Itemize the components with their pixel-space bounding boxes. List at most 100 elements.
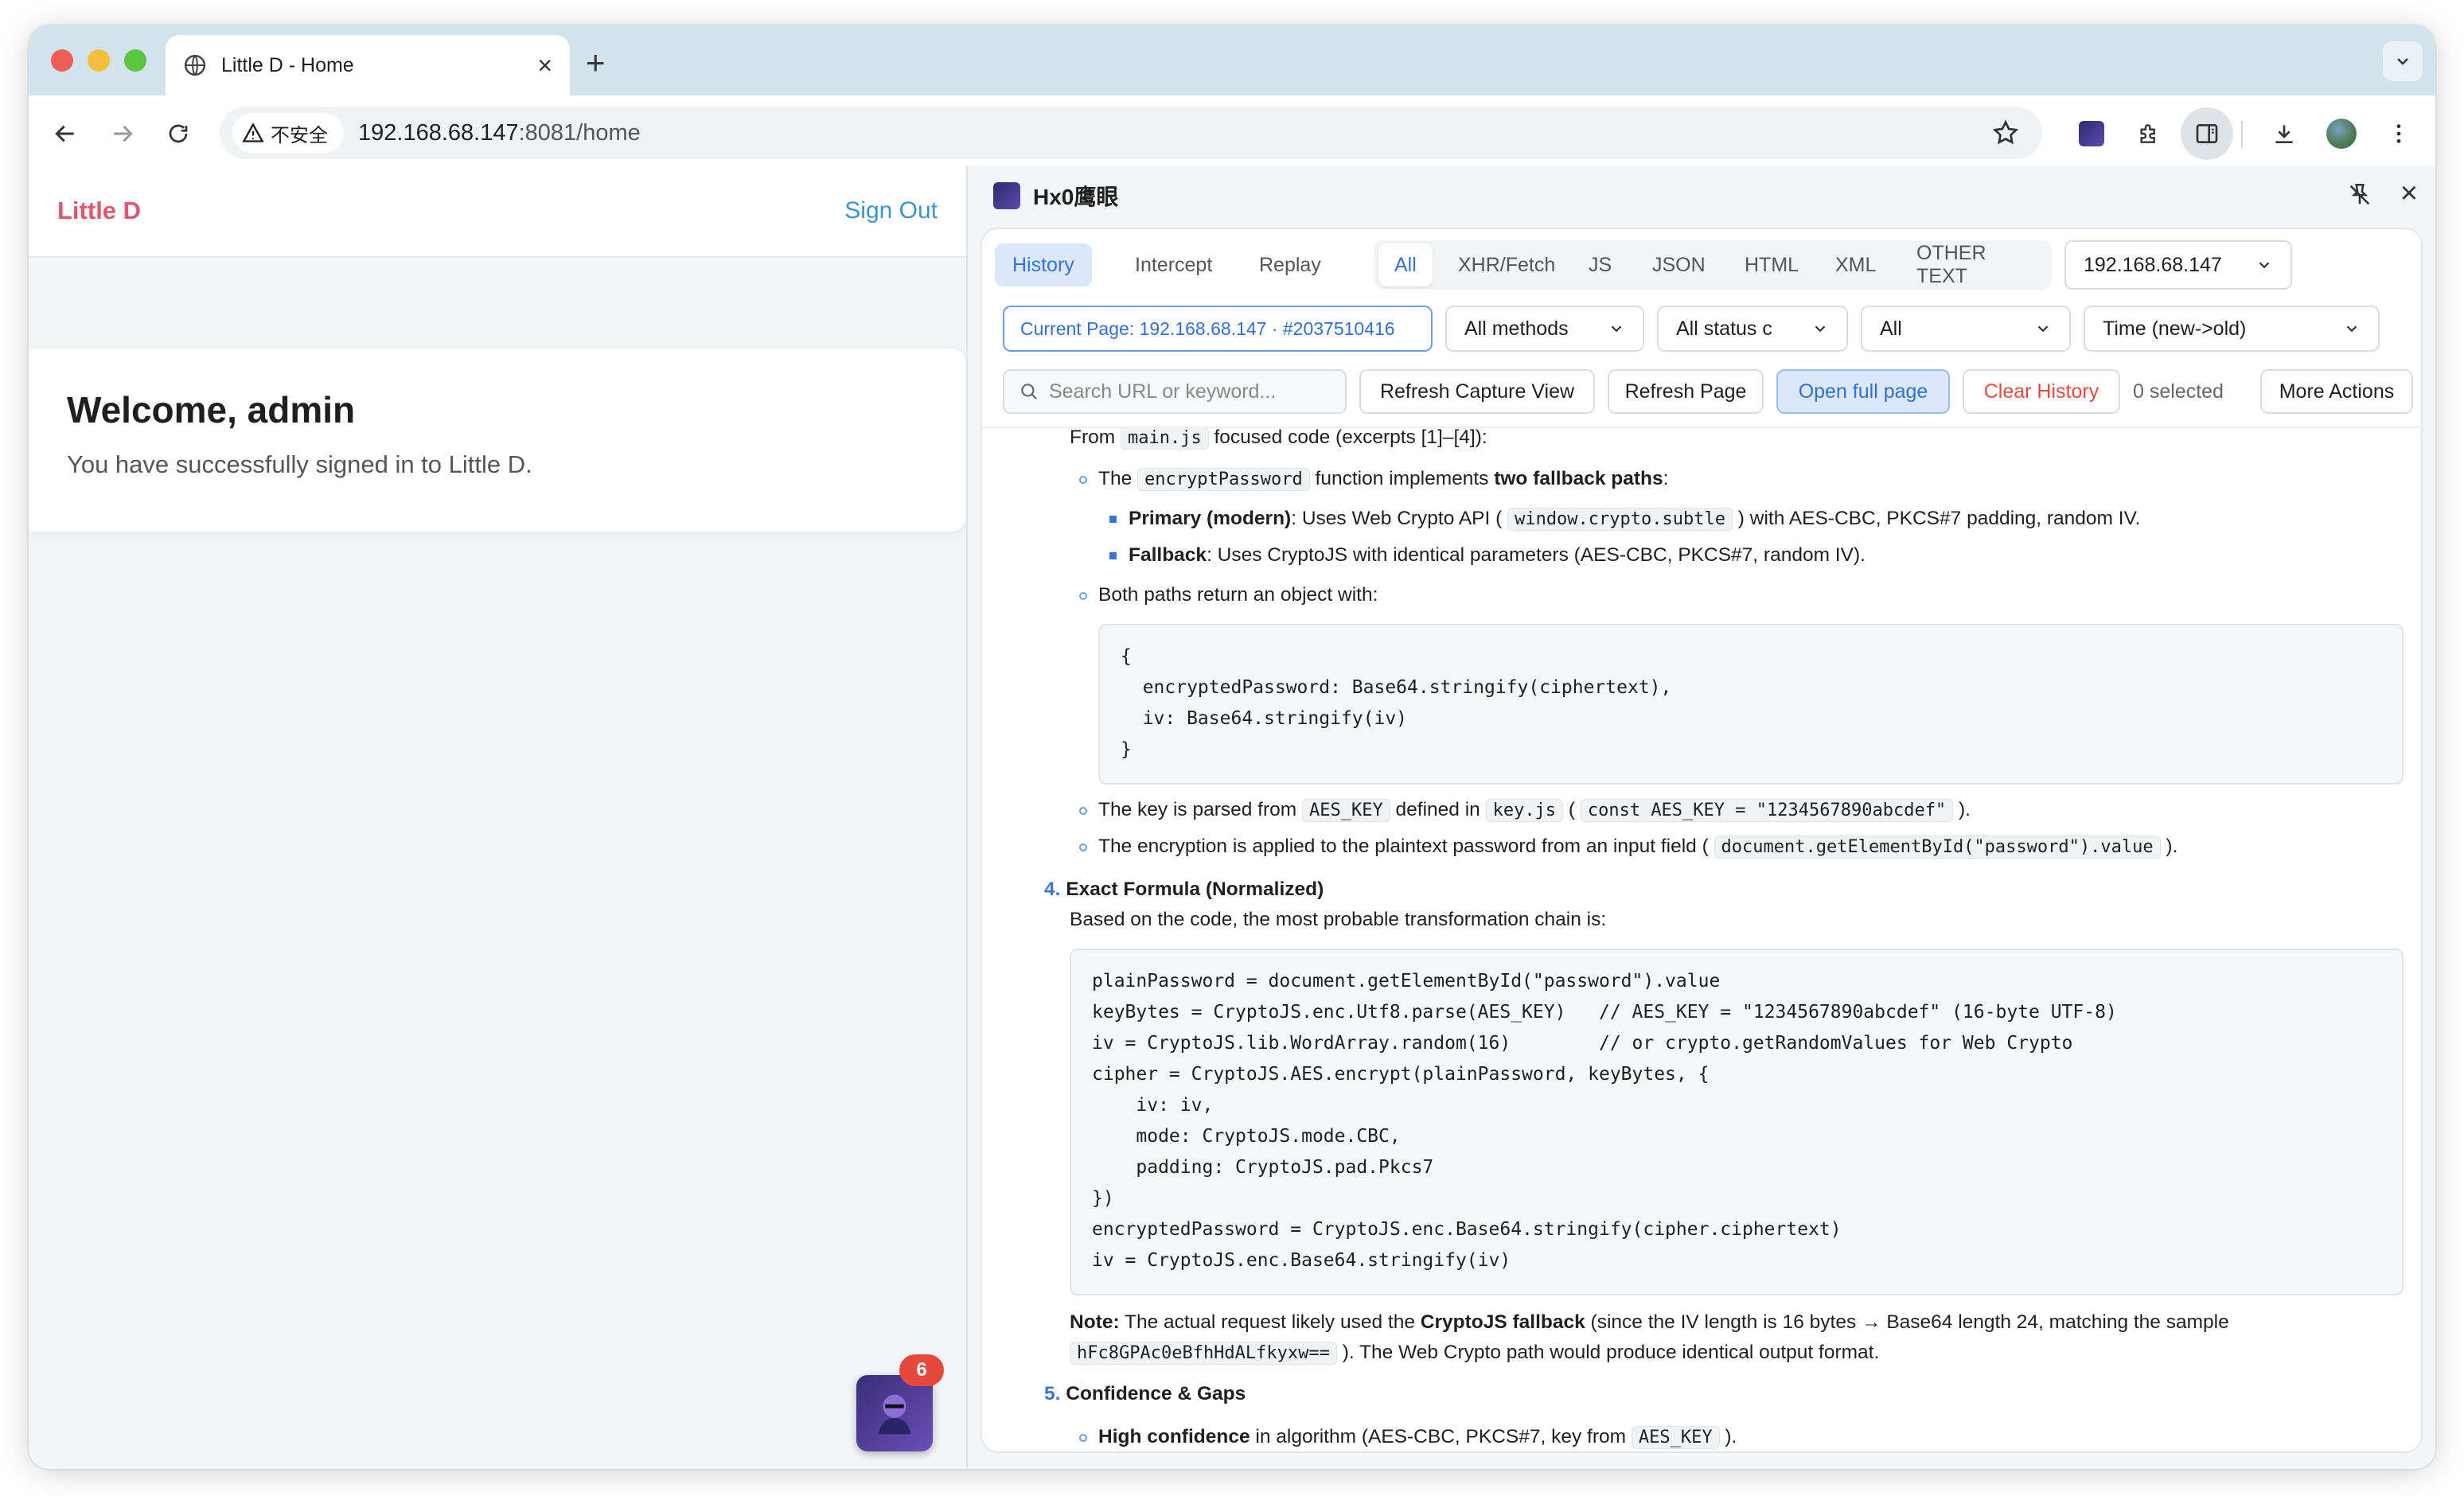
status-select[interactable]: All status c xyxy=(1657,306,1848,352)
security-chip[interactable]: 不安全 xyxy=(232,113,344,153)
methods-select[interactable]: All methods xyxy=(1445,306,1644,352)
filter-xml[interactable]: XML xyxy=(1819,243,1892,286)
browser-tab[interactable]: Little D - Home × xyxy=(166,35,570,95)
maximize-window-button[interactable] xyxy=(124,49,146,72)
analysis-line: Note: The actual request likely used the… xyxy=(1070,1311,2229,1333)
avatar[interactable] xyxy=(2321,113,2362,154)
welcome-card: Welcome, admin You have successfully sig… xyxy=(29,349,966,532)
star-icon[interactable] xyxy=(1991,119,2020,147)
chevron-down-icon xyxy=(2037,325,2049,333)
section-heading: 4. Exact Formula (Normalized) xyxy=(1044,879,1324,900)
notification-badge: 6 xyxy=(899,1354,944,1386)
filter-other-text[interactable]: OTHER TEXT xyxy=(1901,242,2052,287)
current-page-filter[interactable]: Current Page: 192.168.68.147 · #20375104… xyxy=(1003,306,1433,352)
refresh-capture-button[interactable]: Refresh Capture View xyxy=(1359,369,1595,414)
open-full-page-button[interactable]: Open full page xyxy=(1776,369,1950,414)
url-text[interactable]: 192.168.68.147:8081/home xyxy=(358,120,641,146)
list-bullet xyxy=(1079,807,1087,815)
history-panel: History Intercept Replay All XHR/Fetch J… xyxy=(981,228,2423,1453)
analysis-line: Both paths return an object with: xyxy=(1098,584,1378,606)
minimize-window-button[interactable] xyxy=(88,49,110,72)
code-block: plainPassword = document.getElementById(… xyxy=(1070,949,2404,1295)
chevron-down-icon xyxy=(1815,325,1826,333)
filter-js[interactable]: JS xyxy=(1573,243,1628,286)
tab-title: Little D - Home xyxy=(221,53,354,76)
host-select[interactable]: 192.168.68.147 xyxy=(2064,240,2292,290)
list-bullet xyxy=(1079,1434,1087,1442)
side-panel-title: Hx0鹰眼 xyxy=(1033,185,1119,209)
sign-out-link[interactable]: Sign Out xyxy=(844,197,938,224)
analysis-line: The encryption is applied to the plainte… xyxy=(1098,836,2178,859)
hawkeye-float-button[interactable] xyxy=(856,1375,933,1451)
app-header: Little D Sign Out xyxy=(29,166,966,258)
analysis-line: Primary (modern): Uses Web Crypto API ( … xyxy=(1129,508,2141,531)
category-select[interactable]: All xyxy=(1861,306,2071,352)
hawkeye-logo xyxy=(993,182,1020,209)
list-bullet xyxy=(1079,843,1087,851)
code-block: { encryptedPassword: Base64.stringify(ci… xyxy=(1098,624,2404,785)
warning-icon xyxy=(242,123,264,142)
address-bar[interactable]: 不安全 192.168.68.147:8081/home xyxy=(220,107,2042,159)
search-input[interactable]: Search URL or keyword... xyxy=(1003,369,1347,414)
code-text: plainPassword = document.getElementById(… xyxy=(1092,971,2117,1271)
welcome-title: Welcome, admin xyxy=(67,389,356,430)
sort-select[interactable]: Time (new->old) xyxy=(2084,306,2380,352)
analysis-line: The key is parsed from AES_KEY defined i… xyxy=(1098,799,1971,822)
download-icon[interactable] xyxy=(2263,113,2305,154)
analysis-line: High confidence in algorithm (AES-CBC, P… xyxy=(1098,1426,1737,1449)
selected-count: 0 selected xyxy=(2133,380,2224,403)
forward-icon xyxy=(114,125,133,142)
web-page: Little D Sign Out Welcome, admin You hav… xyxy=(29,166,966,1469)
analysis-line: hFc8GPAc0eBfhHdALfkyxw== ). The Web Cryp… xyxy=(1070,1342,1879,1365)
globe-icon xyxy=(184,54,206,76)
more-actions-button[interactable]: More Actions xyxy=(2260,369,2413,414)
search-icon xyxy=(1021,384,1037,399)
new-tab-button[interactable]: + xyxy=(586,46,606,80)
filter-all[interactable]: All xyxy=(1378,243,1433,286)
filter-html[interactable]: HTML xyxy=(1729,243,1815,286)
section-heading: 5. Confidence & Gaps xyxy=(1044,1383,1246,1404)
type-filter-group: All XHR/Fetch JS JSON HTML XML OTHER TEX… xyxy=(1374,240,2052,290)
list-bullet xyxy=(1079,476,1087,484)
back-icon xyxy=(55,125,74,142)
forward-button[interactable] xyxy=(102,113,143,154)
back-button[interactable] xyxy=(45,113,86,154)
extension-icon[interactable] xyxy=(2071,113,2112,154)
side-panel-header: Hx0鹰眼 xyxy=(968,166,2435,226)
reload-button[interactable] xyxy=(158,113,199,154)
close-window-button[interactable] xyxy=(51,49,73,72)
analysis-line: From main.js focused code (excerpts [1]–… xyxy=(1070,428,1487,450)
browser-toolbar: 不安全 192.168.68.147:8081/home xyxy=(29,95,2435,175)
pin-icon[interactable] xyxy=(2346,181,2373,208)
tab-intercept[interactable]: Intercept xyxy=(1117,243,1230,286)
list-bullet xyxy=(1109,552,1117,559)
hawkeye-icon xyxy=(878,1394,911,1435)
list-bullet xyxy=(1109,516,1117,523)
close-icon[interactable]: × xyxy=(2400,178,2418,208)
tab-replay[interactable]: Replay xyxy=(1242,243,1339,286)
tab-close-icon[interactable]: × xyxy=(537,53,552,78)
security-label: 不安全 xyxy=(271,124,328,146)
toolbar-divider xyxy=(2241,121,2243,148)
side-panel: Hx0鹰眼 × History Intercept Replay All XHR… xyxy=(968,166,2435,1469)
browser-window: Little D - Home × + 不安全 192.168.68.147:8… xyxy=(29,25,2435,1469)
filter-xhr-fetch[interactable]: XHR/Fetch xyxy=(1442,243,1571,286)
list-bullet xyxy=(1079,592,1087,600)
tab-search-button[interactable] xyxy=(2383,41,2423,81)
analysis-content: From main.js focused code (excerpts [1]–… xyxy=(982,428,2421,1451)
reload-icon xyxy=(169,124,188,143)
welcome-text: You have successfully signed in to Littl… xyxy=(67,450,532,478)
tab-history[interactable]: History xyxy=(995,243,1092,286)
analysis-line: Based on the code, the most probable tra… xyxy=(1070,909,1607,930)
clear-history-button[interactable]: Clear History xyxy=(1963,369,2120,414)
more-icon[interactable] xyxy=(2378,113,2419,154)
side-panel-icon[interactable] xyxy=(2181,107,2233,160)
code-text: { encryptedPassword: Base64.stringify(ci… xyxy=(1121,646,1672,760)
chevron-down-icon xyxy=(1611,325,1622,333)
brand-logo[interactable]: Little D xyxy=(57,197,141,225)
filter-json[interactable]: JSON xyxy=(1636,243,1721,286)
analysis-line: Fallback: Uses CryptoJS with identical p… xyxy=(1129,544,1866,566)
puzzle-icon[interactable] xyxy=(2128,113,2170,154)
chevron-down-icon xyxy=(2259,262,2270,269)
refresh-page-button[interactable]: Refresh Page xyxy=(1608,369,1764,414)
